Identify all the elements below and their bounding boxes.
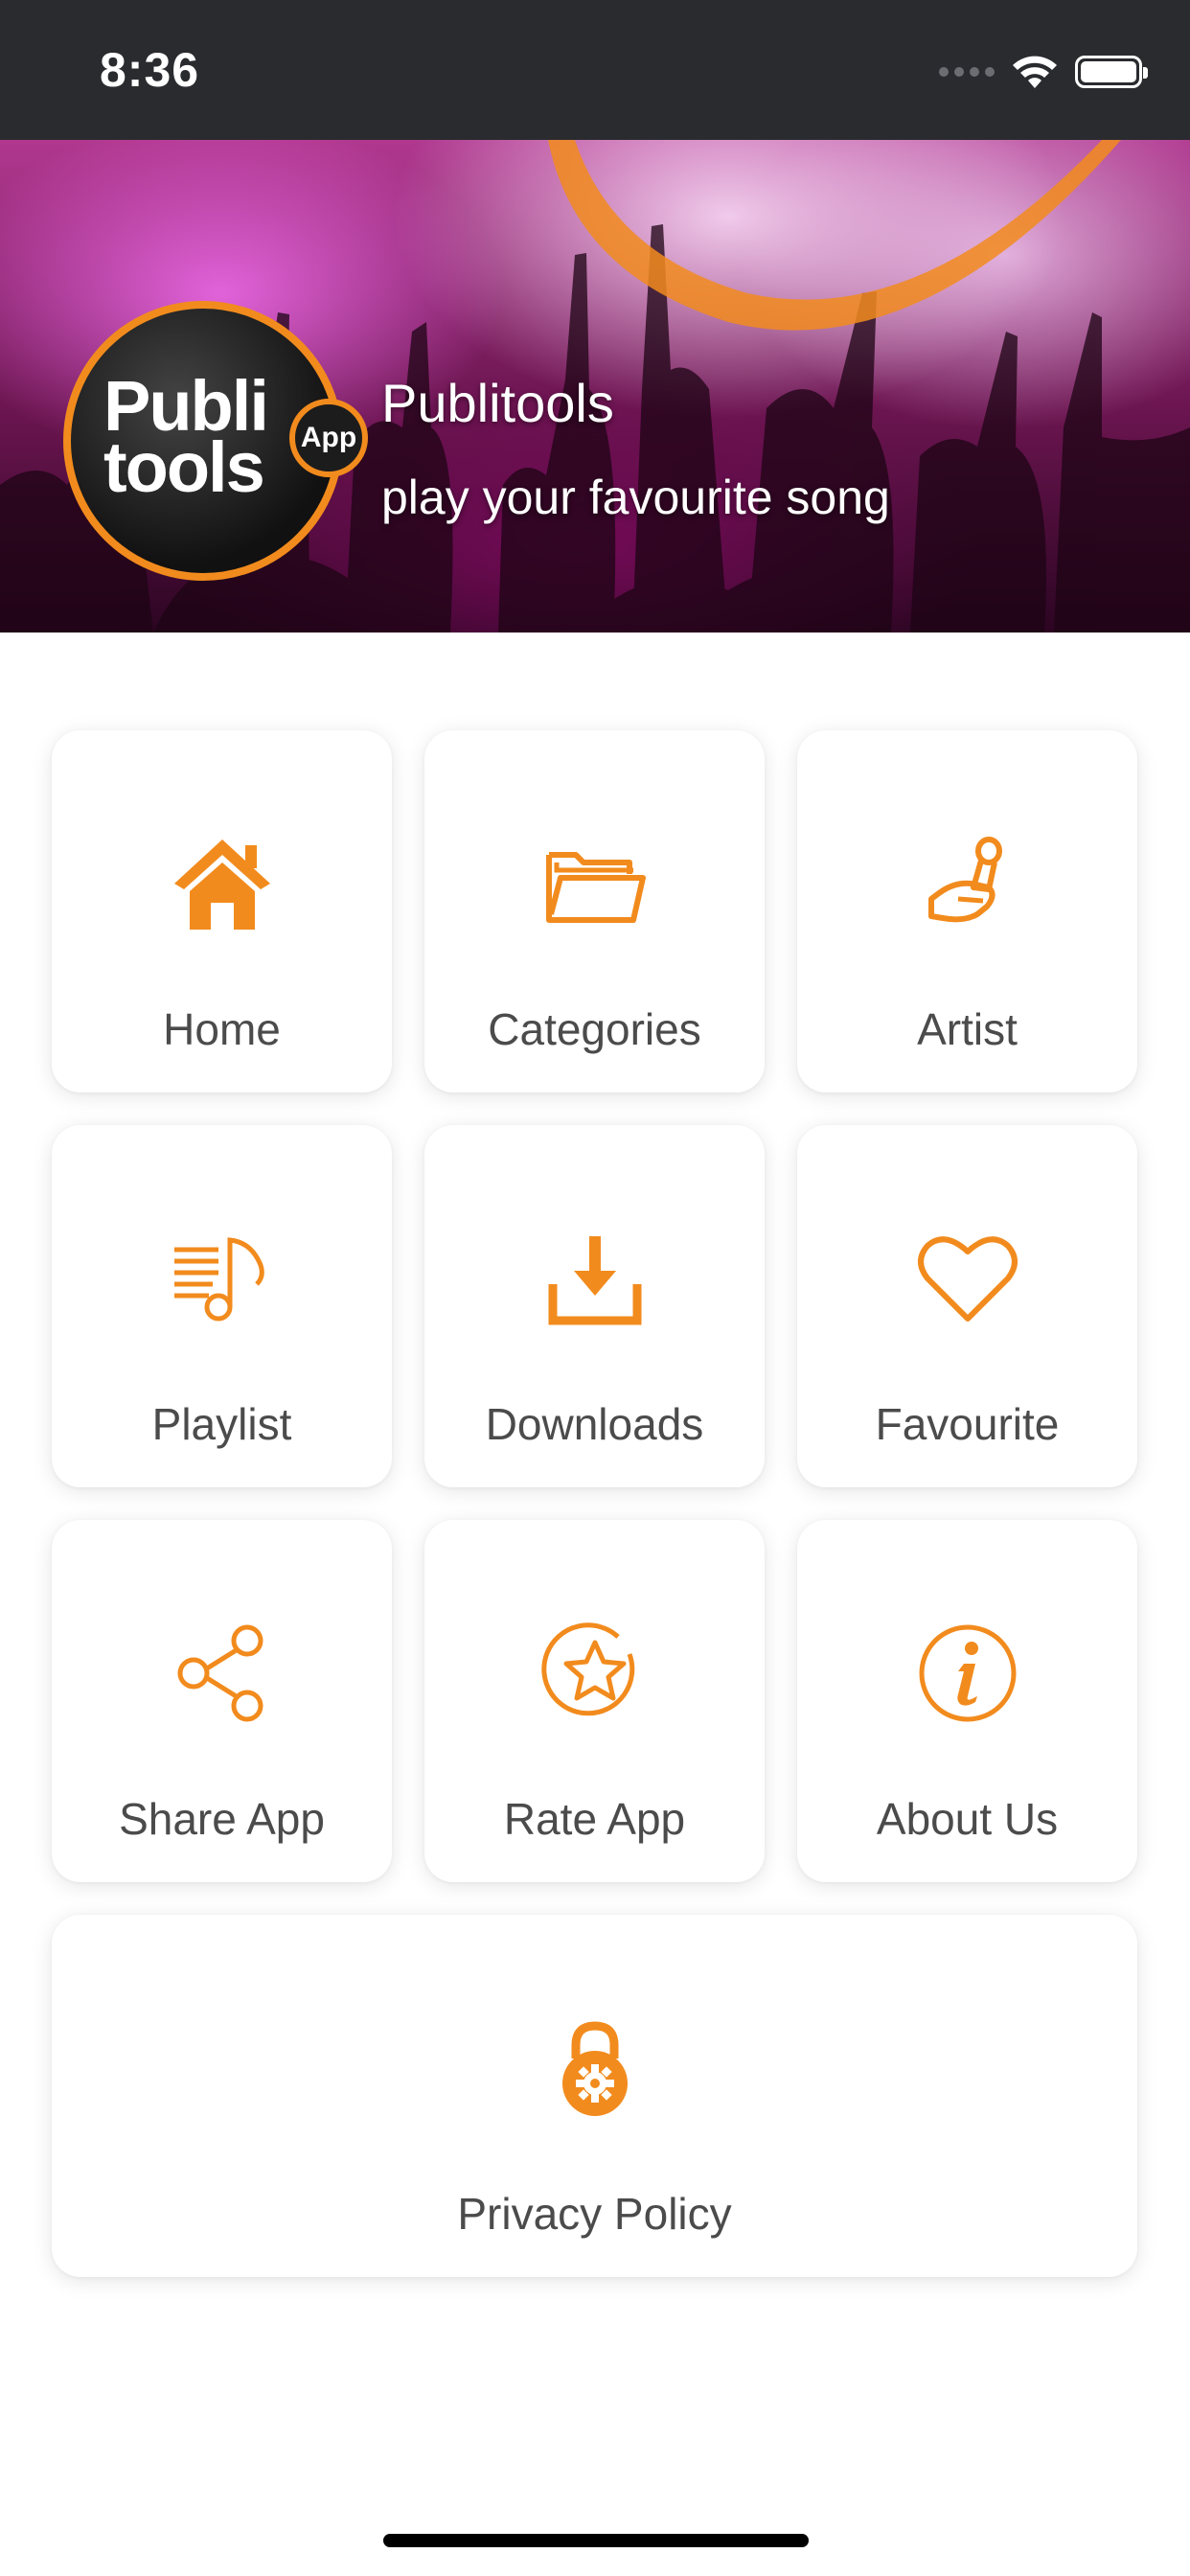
- menu-card-privacy-policy[interactable]: Privacy Policy: [52, 1915, 1137, 2277]
- menu-card-about-us[interactable]: About Us: [797, 1520, 1137, 1882]
- menu-label-playlist: Playlist: [151, 1399, 292, 1449]
- menu-card-playlist[interactable]: Playlist: [52, 1125, 392, 1487]
- home-icon: [173, 840, 270, 930]
- share-icon: [177, 1624, 263, 1722]
- logo-app-badge: App: [289, 399, 368, 477]
- logo-text: Publi tools: [103, 366, 269, 507]
- status-bar: 8:36: [0, 0, 1190, 140]
- info-icon: [919, 1624, 1016, 1722]
- lock-gear-icon: [561, 2021, 628, 2116]
- star-icon: [540, 1622, 634, 1716]
- menu-card-categories[interactable]: Categories: [424, 730, 765, 1092]
- menu-card-share-app[interactable]: Share App: [52, 1520, 392, 1882]
- menu-label-rate-app: Rate App: [503, 1794, 686, 1844]
- menu-card-downloads[interactable]: Downloads: [424, 1125, 765, 1487]
- menu-card-favourite[interactable]: Favourite: [797, 1125, 1137, 1487]
- download-icon: [548, 1236, 641, 1325]
- wifi-icon: [1013, 56, 1057, 88]
- app-subtitle: play your favourite song: [381, 471, 890, 524]
- app-logo: Publi tools App: [63, 301, 368, 581]
- menu-label-categories: Categories: [488, 1004, 701, 1054]
- menu-card-home[interactable]: Home: [52, 730, 392, 1092]
- app-title: Publitools: [381, 373, 614, 433]
- microphone-hand-icon: [927, 837, 1002, 923]
- menu-card-rate-app[interactable]: Rate App: [424, 1520, 765, 1882]
- menu-label-downloads: Downloads: [485, 1399, 704, 1449]
- menu-label-share-app: Share App: [119, 1794, 325, 1844]
- menu-label-about-us: About Us: [876, 1794, 1059, 1844]
- menu-label-favourite: Favourite: [875, 1399, 1060, 1449]
- menu-label-home: Home: [163, 1004, 281, 1054]
- status-time: 8:36: [100, 43, 200, 97]
- heart-icon: [917, 1236, 1018, 1322]
- folder-icon: [545, 852, 646, 923]
- menu-card-artist[interactable]: Artist: [797, 730, 1137, 1092]
- playlist-icon: [173, 1237, 264, 1322]
- battery-icon: [1075, 56, 1148, 88]
- menu-label-privacy-policy: Privacy Policy: [457, 2189, 732, 2239]
- cellular-signal-icon: [939, 67, 995, 77]
- home-indicator[interactable]: [383, 2534, 809, 2547]
- status-icons: [939, 54, 1148, 90]
- header-banner: Publi tools App Publitools play your fav…: [0, 140, 1190, 632]
- menu-label-artist: Artist: [917, 1004, 1018, 1054]
